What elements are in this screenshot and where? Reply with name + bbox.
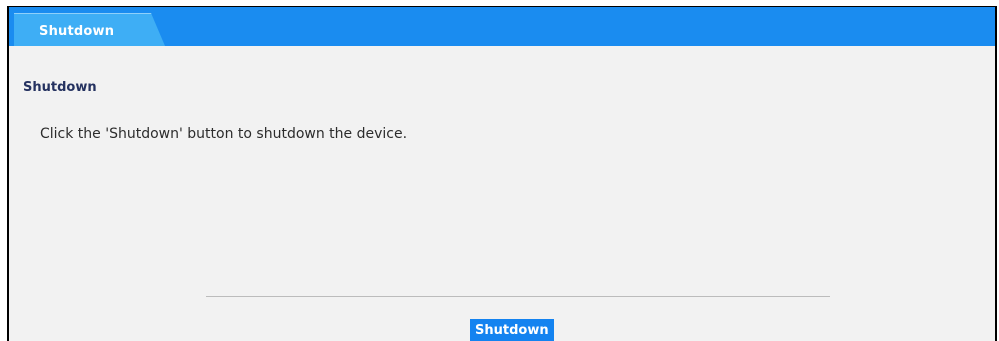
shutdown-button[interactable]: Shutdown [470, 319, 554, 341]
section-title: Shutdown [23, 80, 97, 95]
shutdown-panel: Shutdown Shutdown Click the 'Shutdown' b… [7, 6, 997, 341]
shutdown-description: Click the 'Shutdown' button to shutdown … [40, 126, 408, 142]
divider [206, 296, 830, 297]
tab-shutdown[interactable]: Shutdown [14, 13, 165, 46]
tab-shutdown-label: Shutdown [39, 24, 115, 39]
tab-bar: Shutdown [9, 7, 995, 46]
